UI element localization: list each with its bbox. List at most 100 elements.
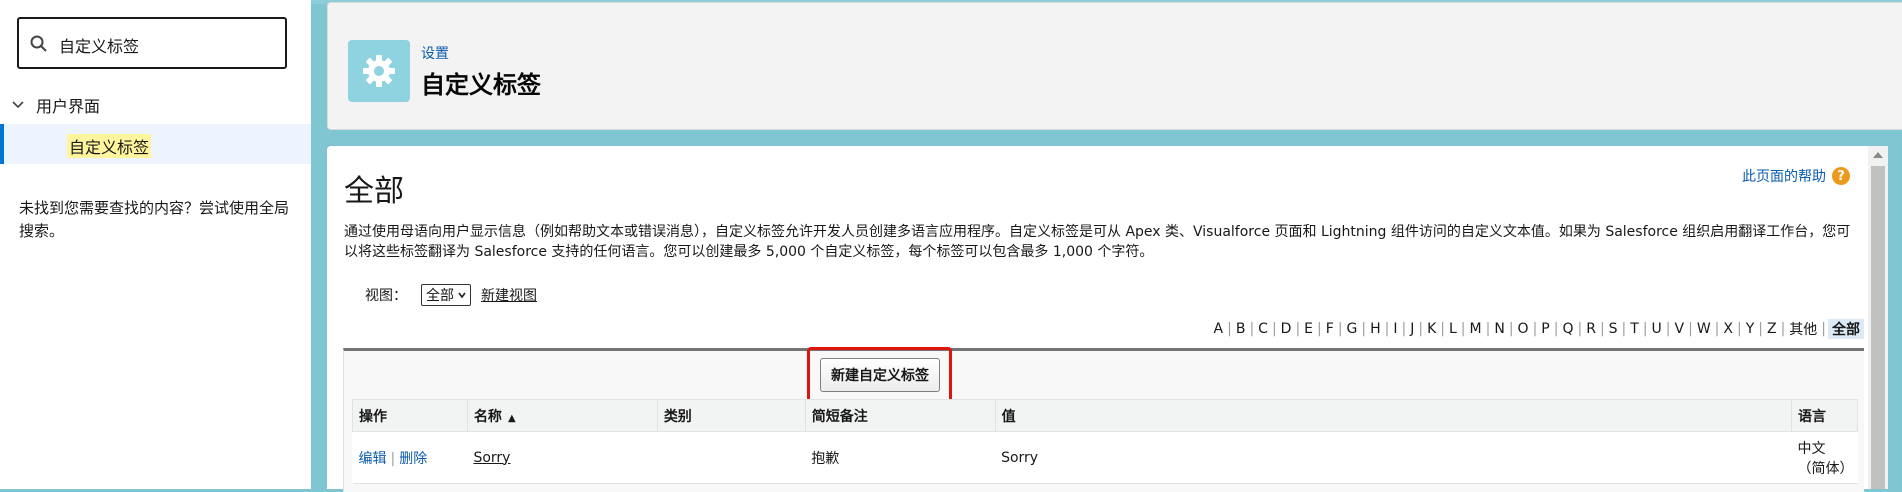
alphabet-divider: | xyxy=(1532,321,1538,337)
alphabet-filter-item[interactable]: U xyxy=(1650,321,1664,337)
help-for-page-link[interactable]: 此页面的帮助 ? xyxy=(1742,166,1850,186)
view-label: 视图： xyxy=(365,288,407,304)
alphabet-filter-item[interactable]: T xyxy=(1628,321,1641,337)
chevron-down-icon[interactable] xyxy=(10,97,26,113)
alphabet-filter-item[interactable]: K xyxy=(1425,321,1438,337)
delete-link[interactable]: 删除 xyxy=(399,451,427,467)
alphabet-filter-item[interactable]: J xyxy=(1408,321,1416,337)
alphabet-divider: | xyxy=(1714,321,1720,337)
alphabet-filter-item[interactable]: M xyxy=(1468,321,1484,337)
view-selector-row: 视图： 全部 新建视图 xyxy=(365,284,537,306)
view-select[interactable]: 全部 xyxy=(421,284,471,306)
custom-labels-table: 操作 名称 ▲ 类别 简短备注 值 语言 编辑 | 删除 Sorry 抱歉 Sorry… xyxy=(352,399,1859,484)
alphabet-divider: | xyxy=(1736,321,1742,337)
alphabet-filter-item[interactable]: P xyxy=(1539,321,1551,337)
column-header-language[interactable]: 语言 xyxy=(1790,399,1859,432)
tree-item-user-interface[interactable]: 用户界面 xyxy=(10,94,100,116)
alphabet-divider: | xyxy=(1361,321,1367,337)
row-short-note: 抱歉 xyxy=(805,431,996,484)
column-header-category[interactable]: 类别 xyxy=(656,399,806,432)
column-header-label[interactable]: 名称 xyxy=(474,409,502,425)
alphabet-filter-item[interactable]: V xyxy=(1673,321,1687,337)
alphabet-filter-item[interactable]: A xyxy=(1212,321,1226,337)
alphabet-divider: | xyxy=(1508,321,1514,337)
label-name-link[interactable]: Sorry xyxy=(473,450,510,466)
row-actions: 编辑 | 删除 xyxy=(352,431,468,484)
help-link-label[interactable]: 此页面的帮助 xyxy=(1742,166,1826,186)
alphabet-filter-item[interactable]: H xyxy=(1368,321,1383,337)
alphabet-filter-item[interactable]: C xyxy=(1256,321,1270,337)
setup-sidebar: 自定义标签 用户界面 自定义标签 未找到您需要查找的内容？尝试使用全局搜索。 xyxy=(0,0,311,489)
alphabet-filter-item[interactable]: R xyxy=(1584,321,1598,337)
alphabet-divider: | xyxy=(1249,321,1255,337)
alphabet-divider: | xyxy=(1665,321,1671,337)
alphabet-divider: | xyxy=(1780,321,1786,337)
alphabet-filter-item[interactable]: L xyxy=(1447,321,1459,337)
alphabet-filter-item[interactable]: N xyxy=(1492,321,1506,337)
search-value[interactable]: 自定义标签 xyxy=(59,33,139,57)
vertical-scrollbar[interactable] xyxy=(1868,146,1888,489)
row-value: Sorry xyxy=(995,431,1792,484)
alphabet-divider: | xyxy=(1384,321,1390,337)
alphabet-divider: | xyxy=(1295,321,1301,337)
chevron-down-icon xyxy=(458,292,466,299)
alphabet-divider: | xyxy=(1642,321,1648,337)
alphabet-divider: | xyxy=(1271,321,1277,337)
alphabet-divider: | xyxy=(1577,321,1583,337)
tree-item-custom-labels[interactable]: 自定义标签 xyxy=(0,124,311,164)
alphabet-filter-item[interactable]: F xyxy=(1324,321,1336,337)
section-heading: 全部 xyxy=(344,174,404,209)
alphabet-divider: | xyxy=(1599,321,1605,337)
alphabet-filter-item[interactable]: I xyxy=(1391,321,1399,337)
alphabet-filter-item[interactable]: X xyxy=(1721,321,1735,337)
page-header: 设置 自定义标签 xyxy=(327,2,1902,130)
breadcrumb-setup[interactable]: 设置 xyxy=(421,43,449,63)
alphabet-filter-item[interactable]: Z xyxy=(1765,321,1779,337)
alphabet-filter-item[interactable]: Q xyxy=(1560,321,1575,337)
action-divider: | xyxy=(390,450,396,467)
column-header-short-note[interactable]: 简短备注 xyxy=(804,399,996,432)
scrollbar-thumb[interactable] xyxy=(1871,166,1885,489)
alphabet-divider: | xyxy=(1440,321,1445,337)
column-header-value[interactable]: 值 xyxy=(994,399,1792,432)
setup-icon-tile xyxy=(348,40,410,102)
alphabet-filter-item[interactable]: Y xyxy=(1744,321,1757,337)
column-header-name[interactable]: 名称 ▲ xyxy=(466,399,658,432)
alphabet-divider: | xyxy=(1401,321,1407,337)
alphabet-divider: | xyxy=(1418,321,1424,337)
scroll-up-icon[interactable] xyxy=(1873,152,1883,158)
sort-ascending-icon[interactable]: ▲ xyxy=(508,413,516,424)
alphabet-divider: | xyxy=(1485,321,1491,337)
alphabet-filter-item[interactable]: 全部 xyxy=(1828,319,1864,339)
alphabet-filter-item[interactable]: S xyxy=(1607,321,1620,337)
row-language: 中文（简体） xyxy=(1791,431,1858,484)
new-view-link[interactable]: 新建视图 xyxy=(481,285,537,305)
alphabet-filter-item[interactable]: B xyxy=(1234,321,1248,337)
alphabet-divider: | xyxy=(1688,321,1693,337)
alphabet-filter-item[interactable]: G xyxy=(1345,321,1360,337)
tree-item-label: 自定义标签 xyxy=(67,134,152,158)
table-row: 编辑 | 删除 Sorry 抱歉 Sorry 中文（简体） xyxy=(352,431,1858,484)
alphabet-filter-item[interactable]: E xyxy=(1302,321,1315,337)
alphabet-divider: | xyxy=(1758,321,1763,337)
page-description: 通过使用母语向用户显示信息（例如帮助文本或错误消息），自定义标签允许开发人员创建… xyxy=(344,224,1851,260)
page-title: 自定义标签 xyxy=(421,71,541,99)
alphabet-divider: | xyxy=(1227,321,1232,337)
alphabet-divider: | xyxy=(1553,321,1559,337)
help-icon[interactable]: ? xyxy=(1832,167,1850,185)
alphabet-divider: | xyxy=(1317,321,1322,337)
alphabet-divider: | xyxy=(1337,321,1343,337)
alphabet-filter-item[interactable]: O xyxy=(1516,321,1531,337)
tree-item-label: 用户界面 xyxy=(36,97,101,116)
gear-icon xyxy=(363,55,395,87)
alphabet-filter-item[interactable]: 其他 xyxy=(1787,319,1819,339)
edit-link[interactable]: 编辑 xyxy=(359,451,387,467)
alphabet-divider: | xyxy=(1621,321,1627,337)
alphabet-filter-item[interactable]: D xyxy=(1279,321,1294,337)
not-found-hint: 未找到您需要查找的内容？尝试使用全局搜索。 xyxy=(19,199,290,240)
highlight-annotation xyxy=(807,347,952,403)
alphabet-filter-item[interactable]: W xyxy=(1695,321,1713,337)
quick-find-search-input[interactable]: 自定义标签 xyxy=(17,17,287,69)
search-icon xyxy=(30,35,47,52)
view-select-value: 全部 xyxy=(426,288,454,304)
